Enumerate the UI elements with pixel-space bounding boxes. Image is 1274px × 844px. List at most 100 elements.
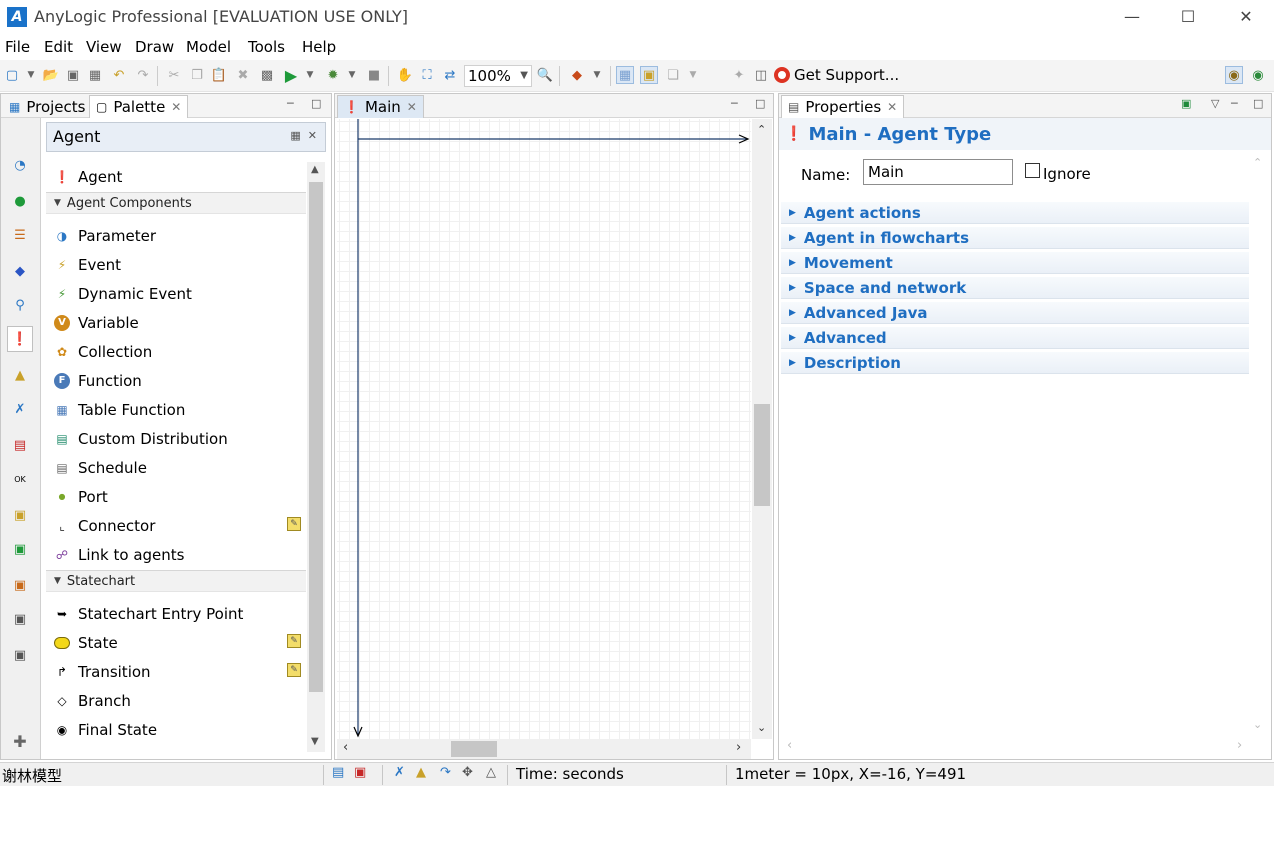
properties-scroll-left-icon[interactable]: ‹ bbox=[787, 738, 792, 753]
section-agent-actions[interactable]: ▶ Agent actions bbox=[781, 202, 1249, 224]
canvas-scroll-right-icon[interactable]: › bbox=[736, 740, 741, 755]
properties-scroll-down-icon[interactable]: ⌄ bbox=[1253, 718, 1262, 731]
palette-scrollbar[interactable]: ▲ ▼ bbox=[307, 162, 325, 752]
grid-toggle-icon[interactable]: ▦ bbox=[616, 66, 634, 84]
minimize-properties-icon[interactable]: ─ bbox=[1231, 97, 1238, 110]
snap-icon[interactable]: ▣ bbox=[640, 66, 658, 84]
palette-cat-markup-icon[interactable]: ▣ bbox=[7, 642, 33, 668]
palette-cat-analysis-icon[interactable]: ▤ bbox=[7, 432, 33, 458]
palette-cat-agent-icon[interactable]: ❗ bbox=[7, 326, 33, 352]
section-advanced[interactable]: ▶ Advanced bbox=[781, 327, 1249, 349]
palette-scroll-thumb[interactable] bbox=[309, 182, 323, 692]
palette-section-agent-components[interactable]: ▼ Agent Components bbox=[46, 192, 306, 214]
section-agent-in-flowcharts[interactable]: ▶ Agent in flowcharts bbox=[781, 227, 1249, 249]
palette-cat-presentation-icon[interactable]: ▲ bbox=[7, 362, 33, 388]
palette-cat-fluid-icon[interactable]: ◆ bbox=[7, 258, 33, 284]
canvas-scroll-down-icon[interactable]: ⌄ bbox=[757, 721, 766, 734]
ignore-checkbox[interactable] bbox=[1025, 163, 1040, 178]
palette-item-state[interactable]: State bbox=[46, 628, 306, 657]
palette-item-table-function[interactable]: ▦ Table Function bbox=[46, 395, 306, 424]
cut-icon[interactable]: ✂ bbox=[165, 66, 183, 84]
zoom-dropdown-icon[interactable]: ▼ bbox=[520, 66, 528, 86]
palette-item-branch[interactable]: ◇ Branch bbox=[46, 686, 306, 715]
status-problems-icon[interactable]: ▣ bbox=[354, 765, 366, 780]
zoom-combobox[interactable]: 100% ▼ bbox=[464, 65, 532, 87]
section-advanced-java[interactable]: ▶ Advanced Java bbox=[781, 302, 1249, 324]
palette-section-statechart[interactable]: ▼ Statechart bbox=[46, 570, 306, 592]
section-space-and-network[interactable]: ▶ Space and network bbox=[781, 277, 1249, 299]
palette-item-port[interactable]: ● Port bbox=[46, 482, 306, 511]
status-space-icon[interactable]: ✗ bbox=[394, 765, 405, 780]
palette-cat-space-icon[interactable]: ✗ bbox=[7, 396, 33, 422]
arrange-icon[interactable]: ❏ bbox=[664, 66, 682, 84]
close-main-tab-icon[interactable]: ✕ bbox=[407, 100, 417, 114]
zoom-fit-icon[interactable]: ⛶ bbox=[418, 66, 436, 84]
palette-item-statechart-entry-point[interactable]: ➥ Statechart Entry Point bbox=[46, 599, 306, 628]
canvas-vscroll-thumb[interactable] bbox=[754, 404, 770, 506]
menu-help[interactable]: Help bbox=[302, 38, 336, 56]
minimize-panel-icon[interactable]: ─ bbox=[287, 97, 294, 110]
section-description[interactable]: ▶ Description bbox=[781, 352, 1249, 374]
run-icon[interactable]: ▶ bbox=[282, 66, 300, 85]
save-icon[interactable]: ▣ bbox=[64, 66, 82, 84]
palette-item-collection[interactable]: ✿ Collection bbox=[46, 337, 306, 366]
redo-icon[interactable]: ↷ bbox=[134, 66, 152, 84]
copy-icon[interactable]: ❐ bbox=[188, 66, 206, 84]
debug-icon[interactable]: ✹ bbox=[324, 66, 342, 84]
properties-scroll-right-icon[interactable]: › bbox=[1237, 738, 1242, 753]
close-properties-tab-icon[interactable]: ✕ bbox=[887, 100, 897, 114]
canvas-scroll-up-icon[interactable]: ⌃ bbox=[757, 123, 766, 136]
palette-header-actions[interactable]: ▦ ✕ bbox=[290, 129, 317, 142]
get-support-button[interactable]: Get Support... bbox=[774, 66, 899, 84]
debug-dropdown-icon[interactable]: ▼ bbox=[343, 66, 361, 84]
menu-file[interactable]: File bbox=[5, 38, 30, 56]
palette-item-link-to-agents[interactable]: ☍ Link to agents bbox=[46, 540, 306, 569]
palette-item-final-state[interactable]: ◉ Final State bbox=[46, 715, 306, 744]
menu-model[interactable]: Model bbox=[186, 38, 231, 56]
menu-edit[interactable]: Edit bbox=[44, 38, 73, 56]
transition-edit-icon[interactable]: ✎ bbox=[287, 663, 301, 677]
palette-cat-rail-icon[interactable]: ☰ bbox=[7, 222, 33, 248]
palette-cat-sd-icon[interactable]: ▣ bbox=[7, 536, 33, 562]
tab-projects[interactable]: ▦ Projects bbox=[3, 95, 91, 118]
properties-view-menu-icon[interactable]: ▽ bbox=[1211, 97, 1219, 110]
build-icon[interactable]: ▩ bbox=[258, 66, 276, 84]
arrange-dropdown-icon[interactable]: ▼ bbox=[684, 66, 702, 84]
export-icon[interactable]: ◫ bbox=[752, 66, 770, 84]
tab-palette[interactable]: ▢ Palette ✕ bbox=[89, 95, 189, 118]
close-palette-tab-icon[interactable]: ✕ bbox=[171, 100, 181, 114]
name-input[interactable]: Main bbox=[863, 159, 1013, 185]
tab-properties[interactable]: ▤ Properties ✕ bbox=[781, 95, 905, 118]
maximize-properties-icon[interactable]: □ bbox=[1253, 97, 1263, 110]
palette-cat-3d-icon[interactable]: ▣ bbox=[7, 606, 33, 632]
palette-item-parameter[interactable]: ◑ Parameter bbox=[46, 221, 306, 250]
zoom-in-icon[interactable]: 🔍 bbox=[536, 66, 554, 84]
minimize-editor-icon[interactable]: ─ bbox=[731, 97, 738, 110]
palette-cat-road-icon[interactable]: ⚲ bbox=[7, 292, 33, 318]
palette-cat-connectivity-icon[interactable]: ▣ bbox=[7, 502, 33, 528]
pan-icon[interactable]: ✋ bbox=[396, 66, 414, 84]
delete-icon[interactable]: ✖ bbox=[234, 66, 252, 84]
minimize-button[interactable]: — bbox=[1109, 2, 1155, 32]
maximize-editor-icon[interactable]: □ bbox=[755, 97, 765, 110]
scroll-down-icon[interactable]: ▼ bbox=[311, 736, 319, 747]
maximize-button[interactable]: ☐ bbox=[1165, 2, 1211, 32]
canvas-horizontal-scrollbar[interactable]: ‹ › bbox=[337, 739, 751, 759]
run-dropdown-icon[interactable]: ▼ bbox=[301, 66, 319, 84]
undo-icon[interactable]: ↶ bbox=[110, 66, 128, 84]
palette-item-custom-distribution[interactable]: ▤ Custom Distribution bbox=[46, 424, 306, 453]
palette-item-dynamic-event[interactable]: ⚡ Dynamic Event bbox=[46, 279, 306, 308]
palette-item-transition[interactable]: ↱ Transition bbox=[46, 657, 306, 686]
properties-scroll-up-icon[interactable]: ⌃ bbox=[1253, 156, 1262, 169]
new-model-icon[interactable]: ▢ bbox=[3, 66, 21, 84]
palette-cat-pictures-icon[interactable]: ▣ bbox=[7, 572, 33, 598]
palette-item-agent[interactable]: ❗ Agent bbox=[46, 162, 306, 191]
perspective-icon[interactable]: ◉ bbox=[1225, 66, 1243, 84]
stop-icon[interactable]: ■ bbox=[365, 66, 383, 84]
maximize-panel-icon[interactable]: □ bbox=[311, 97, 321, 110]
open-icon[interactable]: 📂 bbox=[42, 66, 60, 84]
wand-icon[interactable]: ✦ bbox=[730, 66, 748, 84]
status-measure-icon[interactable]: △ bbox=[486, 765, 496, 780]
status-move-icon[interactable]: ✥ bbox=[462, 765, 473, 780]
tab-main[interactable]: ❗ Main ✕ bbox=[337, 95, 424, 118]
